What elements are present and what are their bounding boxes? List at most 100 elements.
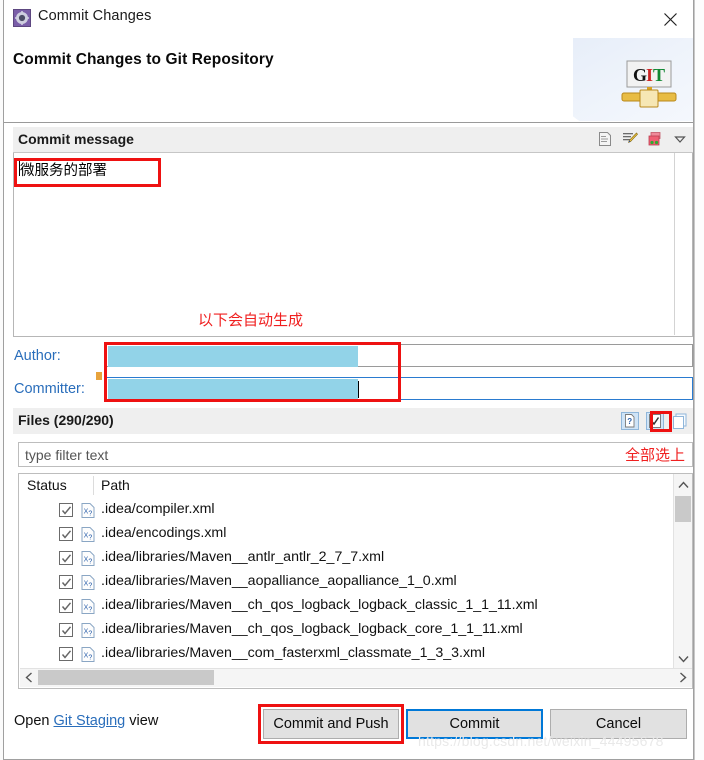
files-vertical-scrollbar[interactable] bbox=[673, 474, 692, 670]
dialog-header-band: Commit Changes to Git Repository G I T bbox=[4, 38, 693, 123]
row-checkbox[interactable] bbox=[59, 647, 73, 661]
table-row[interactable]: X? .idea/libraries/Maven__com_fasterxml_… bbox=[19, 643, 674, 667]
svg-text:I: I bbox=[646, 65, 653, 85]
committer-marker-icon bbox=[96, 372, 102, 380]
xml-file-icon: X? bbox=[81, 575, 95, 590]
files-toolbar: ? bbox=[620, 411, 689, 430]
open-suffix: view bbox=[125, 713, 159, 729]
row-path: .idea/libraries/Maven__aopalliance_aopal… bbox=[101, 573, 457, 589]
files-rows: X? .idea/compiler.xml X? .idea/encodings… bbox=[19, 499, 674, 667]
svg-text:?: ? bbox=[88, 655, 92, 662]
xml-file-icon: X? bbox=[81, 503, 95, 518]
svg-text:T: T bbox=[653, 65, 665, 85]
svg-text:?: ? bbox=[88, 511, 92, 518]
add-change-id-icon[interactable] bbox=[646, 130, 664, 148]
files-table-header: Status Path bbox=[19, 474, 675, 498]
committer-value-redacted bbox=[108, 379, 358, 400]
scroll-up-icon[interactable] bbox=[674, 476, 692, 494]
git-staging-link[interactable]: Git Staging bbox=[54, 713, 126, 729]
column-header-path: Path bbox=[101, 477, 130, 493]
svg-text:?: ? bbox=[88, 559, 92, 566]
background-right-sliver bbox=[694, 0, 704, 760]
margin-guide-line bbox=[674, 153, 675, 335]
horizontal-scroll-thumb[interactable] bbox=[38, 670, 214, 685]
row-path: .idea/encodings.xml bbox=[101, 525, 227, 541]
dialog-titlebar: Commit Changes bbox=[4, 0, 693, 38]
svg-text:?: ? bbox=[88, 583, 92, 590]
svg-text:G: G bbox=[633, 65, 647, 85]
row-checkbox[interactable] bbox=[59, 503, 73, 517]
commit-message-label: Commit message bbox=[18, 131, 134, 147]
svg-text:?: ? bbox=[88, 535, 92, 542]
commit-message-text: 微服务的部署 bbox=[20, 163, 107, 179]
row-path: .idea/libraries/Maven__ch_qos_logback_lo… bbox=[101, 621, 523, 637]
xml-file-icon: X? bbox=[81, 647, 95, 662]
committer-label: Committer: bbox=[14, 381, 85, 397]
deselect-all-icon[interactable] bbox=[670, 411, 689, 430]
dialog-title: Commit Changes bbox=[38, 8, 152, 24]
table-row[interactable]: X? .idea/libraries/Maven__ch_qos_logback… bbox=[19, 595, 674, 619]
author-input[interactable] bbox=[106, 344, 693, 367]
column-header-status: Status bbox=[27, 477, 67, 493]
select-all-icon[interactable] bbox=[645, 411, 664, 430]
row-path: .idea/libraries/Maven__ch_qos_logback_lo… bbox=[101, 597, 538, 613]
author-label: Author: bbox=[14, 348, 61, 364]
svg-text:?: ? bbox=[88, 631, 92, 638]
files-section-label: Files (290/290) bbox=[18, 412, 114, 428]
commit-button[interactable]: Commit bbox=[406, 709, 543, 739]
row-checkbox[interactable] bbox=[59, 623, 73, 637]
scroll-down-icon[interactable] bbox=[674, 650, 692, 668]
commit-and-push-button[interactable]: Commit and Push bbox=[263, 709, 399, 739]
commit-message-input[interactable]: 微服务的部署 bbox=[13, 153, 693, 337]
filter-input[interactable]: type filter text bbox=[18, 442, 693, 467]
author-value-redacted bbox=[108, 346, 358, 367]
commit-message-header: Commit message bbox=[13, 127, 693, 153]
close-icon[interactable] bbox=[655, 5, 685, 33]
show-untracked-icon[interactable]: ? bbox=[620, 411, 639, 430]
row-path: .idea/libraries/Maven__antlr_antlr_2_7_7… bbox=[101, 549, 385, 565]
amend-edit-icon[interactable] bbox=[621, 130, 639, 148]
table-row[interactable]: X? .idea/compiler.xml bbox=[19, 499, 674, 523]
open-git-staging-text: Open Git Staging view bbox=[14, 713, 158, 729]
insert-signed-off-icon[interactable] bbox=[596, 130, 614, 148]
row-path: .idea/libraries/Maven__com_fasterxml_cla… bbox=[101, 645, 486, 661]
scroll-left-icon[interactable] bbox=[20, 669, 38, 686]
svg-text:?: ? bbox=[627, 417, 632, 426]
xml-file-icon: X? bbox=[81, 599, 95, 614]
row-path: .idea/compiler.xml bbox=[101, 501, 215, 517]
annotation-select-all-text: 全部选上 bbox=[624, 446, 685, 464]
files-table: Status Path X? .idea/compiler.xml X ? .i… bbox=[18, 473, 693, 689]
header-banner: G I T bbox=[573, 38, 693, 121]
dialog-footer: Open Git Staging view Commit and Push Co… bbox=[4, 697, 693, 759]
screenshot-root: Commit Changes Commit Changes to Git Rep… bbox=[0, 0, 704, 760]
open-prefix: Open bbox=[14, 713, 54, 729]
row-checkbox[interactable] bbox=[59, 599, 73, 613]
table-row[interactable]: X? .idea/libraries/Maven__ch_qos_logback… bbox=[19, 619, 674, 643]
svg-text:?: ? bbox=[88, 607, 92, 614]
column-divider bbox=[93, 476, 94, 495]
chevron-down-icon[interactable] bbox=[671, 130, 689, 148]
filter-placeholder: type filter text bbox=[25, 447, 109, 463]
row-checkbox[interactable] bbox=[59, 575, 73, 589]
git-logo: G I T bbox=[621, 60, 677, 110]
table-row[interactable]: X? .idea/encodings.xml bbox=[19, 523, 674, 547]
table-row[interactable]: X? .idea/libraries/Maven__aopalliance_ao… bbox=[19, 571, 674, 595]
committer-input[interactable] bbox=[106, 377, 693, 400]
xml-file-icon: X? bbox=[81, 623, 95, 638]
files-header: Files (290/290) ? bbox=[13, 408, 693, 434]
row-checkbox[interactable] bbox=[59, 551, 73, 565]
cancel-button[interactable]: Cancel bbox=[550, 709, 687, 739]
scroll-right-icon[interactable] bbox=[674, 669, 692, 686]
files-horizontal-scrollbar[interactable] bbox=[20, 668, 692, 687]
gear-icon bbox=[13, 9, 31, 27]
page-title: Commit Changes to Git Repository bbox=[13, 51, 274, 68]
annotation-auto-generated: 以下会自动生成 bbox=[198, 311, 304, 329]
commit-changes-dialog: Commit Changes Commit Changes to Git Rep… bbox=[3, 0, 694, 760]
table-row[interactable]: X? .idea/libraries/Maven__antlr_antlr_2_… bbox=[19, 547, 674, 571]
xml-file-icon: X? bbox=[81, 551, 95, 566]
row-checkbox[interactable] bbox=[59, 527, 73, 541]
commit-message-toolbar bbox=[596, 130, 689, 148]
committer-caret bbox=[358, 381, 359, 398]
xml-file-icon: X? bbox=[81, 527, 95, 542]
vertical-scroll-thumb[interactable] bbox=[675, 496, 691, 522]
